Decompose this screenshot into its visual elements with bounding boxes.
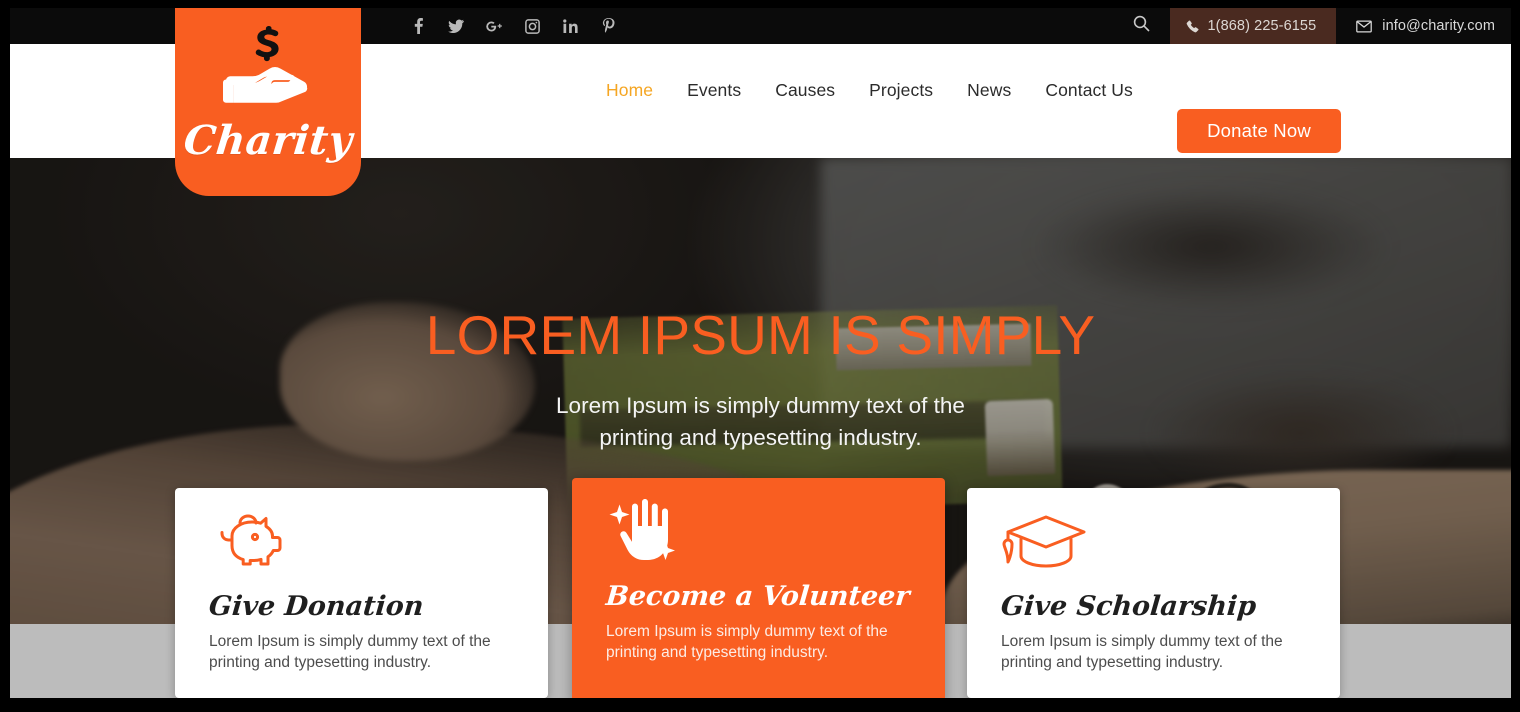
hand-with-dollar-icon — [208, 24, 328, 115]
search-button[interactable] — [1114, 8, 1170, 44]
card-desc-line-2: printing and typesetting industry. — [606, 644, 829, 662]
nav-item-home[interactable]: Home — [606, 80, 653, 101]
nav-item-projects[interactable]: Projects — [869, 80, 933, 101]
donate-now-button[interactable]: Donate Now — [1177, 109, 1341, 153]
card-become-a-volunteer[interactable]: Become a Volunteer Lorem Ipsum is simply… — [572, 478, 945, 698]
card-desc-line-2: printing and typesetting industry. — [1001, 654, 1224, 672]
email-contact[interactable]: info@charity.com — [1336, 8, 1511, 44]
site-logo[interactable]: Charity — [175, 8, 361, 196]
nav-item-contact-us[interactable]: Contact Us — [1045, 80, 1133, 101]
facebook-icon[interactable] — [410, 18, 426, 34]
envelope-icon — [1356, 19, 1373, 33]
top-bar-right: 1(868) 225-6155 info@charity.com — [1114, 8, 1511, 44]
card-give-donation[interactable]: Give Donation Lorem Ipsum is simply dumm… — [175, 488, 548, 698]
hero-title: LOREM IPSUM IS SIMPLY — [425, 304, 1096, 366]
hero-subtitle-line-2: printing and typesetting industry. — [599, 424, 922, 450]
nav-item-causes[interactable]: Causes — [775, 80, 835, 101]
card-desc-line-1: Lorem Ipsum is simply dummy text of the — [209, 633, 491, 650]
email-address: info@charity.com — [1382, 18, 1495, 34]
hero-subtitle-line-1: Lorem Ipsum is simply dummy text of the — [556, 393, 965, 418]
linkedin-icon[interactable] — [562, 18, 578, 34]
pinterest-icon[interactable] — [600, 18, 616, 34]
twitter-icon[interactable] — [448, 18, 464, 34]
card-title: Give Scholarship — [999, 591, 1258, 622]
helping-hand-sparkle-icon — [606, 499, 911, 564]
main-navigation: Home Events Causes Projects News Contact… — [606, 80, 1133, 101]
card-title: Give Donation — [207, 591, 425, 622]
google-plus-icon[interactable] — [486, 18, 502, 34]
page-root: 1(868) 225-6155 info@charity.com Home Ev… — [10, 8, 1511, 698]
card-desc-line-1: Lorem Ipsum is simply dummy text of the — [1001, 633, 1283, 650]
social-links — [410, 8, 616, 44]
search-icon — [1133, 15, 1150, 37]
hero-text-block: LOREM IPSUM IS SIMPLY Lorem Ipsum is sim… — [10, 308, 1511, 454]
card-title: Become a Volunteer — [604, 581, 911, 612]
phone-contact[interactable]: 1(868) 225-6155 — [1169, 8, 1337, 44]
card-give-scholarship[interactable]: Give Scholarship Lorem Ipsum is simply d… — [967, 488, 1340, 698]
logo-wordmark: Charity — [181, 117, 355, 164]
phone-number: 1(868) 225-6155 — [1207, 18, 1317, 34]
instagram-icon[interactable] — [524, 18, 540, 34]
card-desc-line-2: printing and typesetting industry. — [209, 654, 432, 672]
nav-item-events[interactable]: Events — [687, 80, 741, 101]
piggy-bank-icon — [209, 512, 514, 574]
graduation-cap-icon — [1001, 512, 1306, 574]
card-desc-line-1: Lorem Ipsum is simply dummy text of the — [606, 623, 888, 640]
phone-icon — [1186, 19, 1199, 33]
nav-item-news[interactable]: News — [967, 80, 1011, 101]
